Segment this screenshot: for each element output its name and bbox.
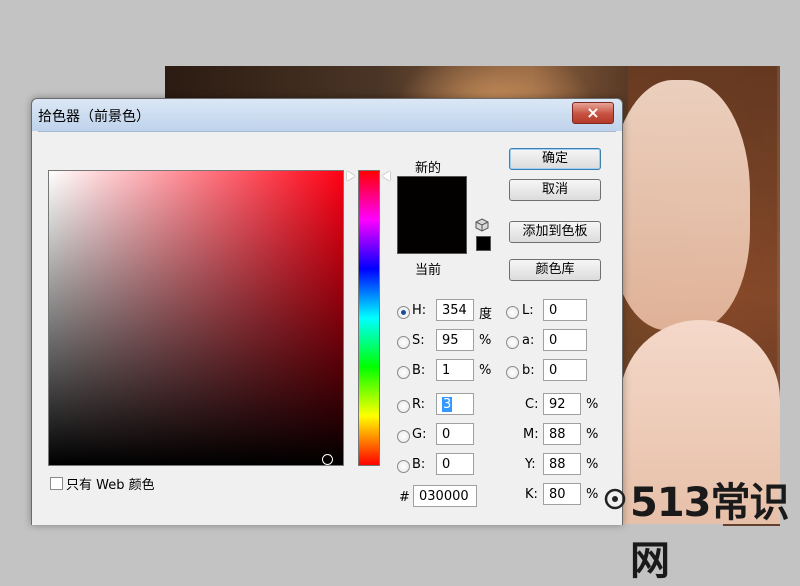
rgb-b-radio[interactable] [397,460,410,473]
y-unit: % [586,457,599,472]
current-color-swatch[interactable] [397,214,467,254]
r-radio[interactable] [397,400,410,413]
b-unit: % [479,363,492,378]
dialog-client: 新的 当前 确定 取消 添加到色板 颜色库 H: 354 度 S: 95 % B… [38,131,616,525]
color-libraries-button[interactable]: 颜色库 [509,259,601,281]
a-label: a: [522,333,535,348]
r-field[interactable]: 3 [436,393,474,415]
s-radio[interactable] [397,336,410,349]
s-label: S: [412,333,425,348]
s-unit: % [479,333,492,348]
close-icon: × [586,103,600,122]
l-field[interactable]: 0 [543,299,587,321]
web-colors-only-checkbox[interactable] [50,477,63,490]
web-safe-swatch[interactable] [476,236,491,251]
ok-button[interactable]: 确定 [509,148,601,170]
close-button[interactable]: × [572,102,614,124]
s-field[interactable]: 95 [436,329,474,351]
cancel-button[interactable]: 取消 [509,179,601,201]
c-unit: % [586,397,599,412]
c-label: C: [525,397,539,412]
lab-b-radio[interactable] [506,366,519,379]
h-label: H: [412,303,427,318]
hue-slider[interactable] [358,170,380,466]
web-colors-only-label: 只有 Web 颜色 [66,478,155,493]
g-label: G: [412,427,427,442]
a-field[interactable]: 0 [543,329,587,351]
b-label: B: [412,363,426,378]
color-picker-dialog: 拾色器（前景色） × 新的 当前 确定 取消 添加到色板 颜色库 H: 354 … [31,98,623,525]
lab-b-field[interactable]: 0 [543,359,587,381]
g-field[interactable]: 0 [436,423,474,445]
l-label: L: [522,303,534,318]
lab-b-label: b: [522,363,535,378]
m-unit: % [586,427,599,442]
color-field[interactable] [48,170,344,466]
r-label: R: [412,397,426,412]
watermark-text: 513常识网 [630,480,790,584]
m-label: M: [523,427,539,442]
k-unit: % [586,487,599,502]
dialog-title: 拾色器（前景色） [38,109,150,125]
photo-face [610,80,750,330]
h-field[interactable]: 354 [436,299,474,321]
m-field[interactable]: 88 [543,423,581,445]
h-radio[interactable] [397,306,410,319]
hue-slider-left-arrow-icon[interactable] [347,171,355,181]
out-of-gamut-cube-icon[interactable] [475,218,489,232]
color-field-marker[interactable] [322,454,333,465]
current-color-label: 当前 [415,263,442,278]
watermark-swirl-icon [604,488,626,510]
r-field-selection: 3 [442,397,453,412]
rgb-b-field[interactable]: 0 [436,453,474,475]
rgb-b-label: B: [412,457,426,472]
k-field[interactable]: 80 [543,483,581,505]
h-unit: 度 [479,307,493,322]
l-radio[interactable] [506,306,519,319]
hex-field[interactable]: 030000 [413,485,477,507]
hue-slider-right-arrow-icon[interactable] [382,171,390,181]
hex-label: # [399,490,410,505]
b-radio[interactable] [397,366,410,379]
new-color-label: 新的 [415,161,442,176]
add-to-swatches-button[interactable]: 添加到色板 [509,221,601,243]
y-label: Y: [525,457,536,472]
new-color-swatch [397,176,467,215]
b-field[interactable]: 1 [436,359,474,381]
a-radio[interactable] [506,336,519,349]
k-label: K: [525,487,538,502]
y-field[interactable]: 88 [543,453,581,475]
g-radio[interactable] [397,430,410,443]
c-field[interactable]: 92 [543,393,581,415]
dialog-titlebar[interactable]: 拾色器（前景色） × [32,99,622,131]
